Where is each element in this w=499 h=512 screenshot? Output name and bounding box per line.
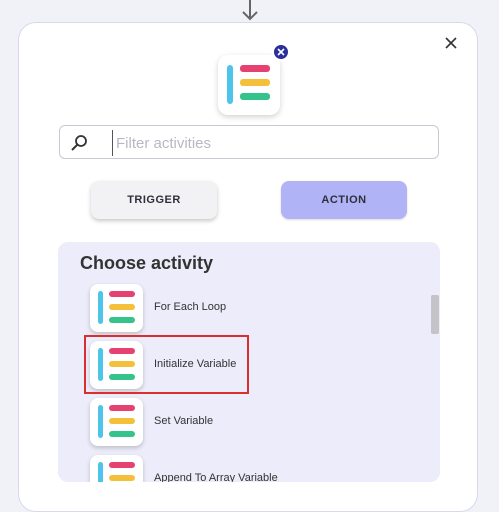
- search-input[interactable]: [112, 130, 436, 156]
- panel-title: Choose activity: [80, 253, 214, 273]
- activity-item-initialize-variable[interactable]: Initialize Variable: [58, 339, 428, 396]
- activity-icon: [90, 398, 143, 446]
- close-button[interactable]: [440, 32, 462, 54]
- activity-label: Set Variable: [154, 415, 214, 427]
- close-icon: [277, 48, 285, 56]
- activity-panel: Choose activity For Each Loop Initialize…: [58, 242, 440, 482]
- activity-icon: [90, 284, 143, 332]
- activity-list: For Each Loop Initialize Variable Set Va…: [58, 282, 428, 482]
- search-bar: [59, 125, 439, 159]
- activity-label: Append To Array Variable: [154, 472, 278, 482]
- activity-icon: [90, 341, 143, 389]
- tab-trigger[interactable]: TRIGGER: [91, 181, 217, 219]
- activity-icon: [90, 455, 143, 482]
- close-icon: [445, 37, 457, 49]
- selected-activity-icon: [218, 55, 280, 115]
- activity-item-append-to-array-variable[interactable]: Append To Array Variable: [58, 453, 428, 482]
- activity-item-for-each-loop[interactable]: For Each Loop: [58, 282, 428, 339]
- activity-label: Initialize Variable: [154, 358, 237, 370]
- remove-activity-button[interactable]: [272, 43, 290, 61]
- activity-list-scrollbar[interactable]: [431, 295, 439, 334]
- arrow-down-icon: [242, 0, 258, 21]
- search-icon: [71, 135, 87, 151]
- activity-item-set-variable[interactable]: Set Variable: [58, 396, 428, 453]
- activity-label: For Each Loop: [154, 301, 227, 313]
- tab-action[interactable]: ACTION: [281, 181, 407, 219]
